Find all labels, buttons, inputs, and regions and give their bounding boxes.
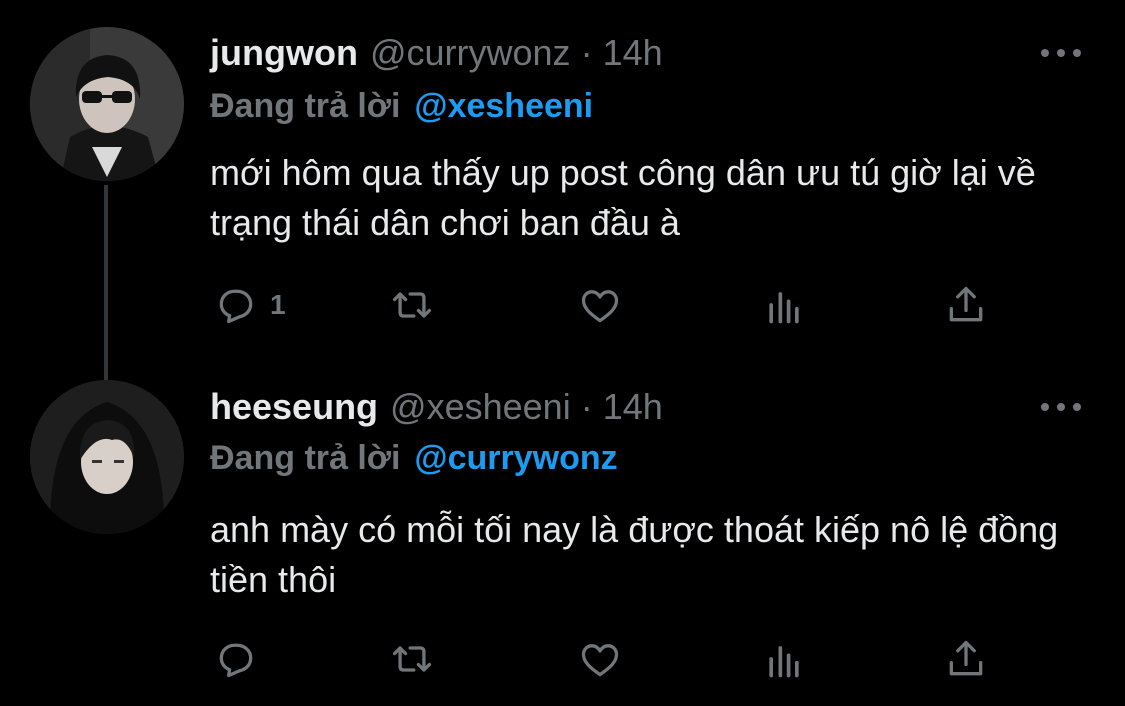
more-icon[interactable] [1041,43,1081,63]
tweet-header: jungwon @currywonz · 14h [210,28,663,78]
heart-icon [581,644,619,677]
share-icon [949,286,983,322]
like-button[interactable] [578,280,622,330]
reply-count: 1 [270,289,286,320]
mention-link[interactable]: @currywonz [414,439,617,478]
retweet-button[interactable] [390,280,434,330]
share-button[interactable] [944,634,988,684]
retweet-icon [392,646,432,672]
tweet-actions [210,634,1010,684]
reply-icon [219,643,253,678]
separator-dot: · [580,32,593,73]
reply-button[interactable] [214,634,270,684]
avatar[interactable] [30,27,184,181]
replying-to-label: Đang trả lời [210,438,401,477]
tweet[interactable]: heeseung @xesheeni · 14h Đang trả lời @c… [0,370,1125,706]
replying-to: Đang trả lời @currywonz [210,434,618,482]
more-icon[interactable] [1041,397,1081,417]
views-icon [769,646,799,678]
share-icon [949,640,983,676]
views-button[interactable] [762,280,806,330]
views-button[interactable] [762,634,806,684]
retweet-button[interactable] [390,634,434,684]
separator-dot: · [580,386,593,427]
tweet-actions: 1 [210,280,1010,330]
avatar[interactable] [30,380,184,534]
timestamp[interactable]: 14h [603,386,663,428]
user-handle[interactable]: @xesheeni [390,386,571,428]
heart-icon [581,290,619,323]
share-button[interactable] [944,280,988,330]
thread-line [104,185,108,380]
replying-to: Đang trả lời @xesheeni [210,82,593,130]
tweet-text: anh mày có mỗi tối nay là được thoát kiế… [210,509,1059,600]
user-handle[interactable]: @currywonz [370,32,571,74]
tweet-text: mới hôm qua thấy up post công dân ưu tú … [210,152,1036,243]
replying-to-label: Đang trả lời [210,86,401,125]
reply-icon [219,289,253,324]
tweet[interactable]: jungwon @currywonz · 14h Đang trả lời @x… [0,0,1125,380]
display-name[interactable]: jungwon [210,32,358,74]
views-icon [769,292,799,324]
retweet-icon [392,292,432,318]
display-name[interactable]: heeseung [210,386,378,428]
reply-button[interactable]: 1 [214,280,286,330]
mention-link[interactable]: @xesheeni [414,87,593,126]
timestamp[interactable]: 14h [603,32,663,74]
like-button[interactable] [578,634,622,684]
tweet-header: heeseung @xesheeni · 14h [210,382,663,432]
